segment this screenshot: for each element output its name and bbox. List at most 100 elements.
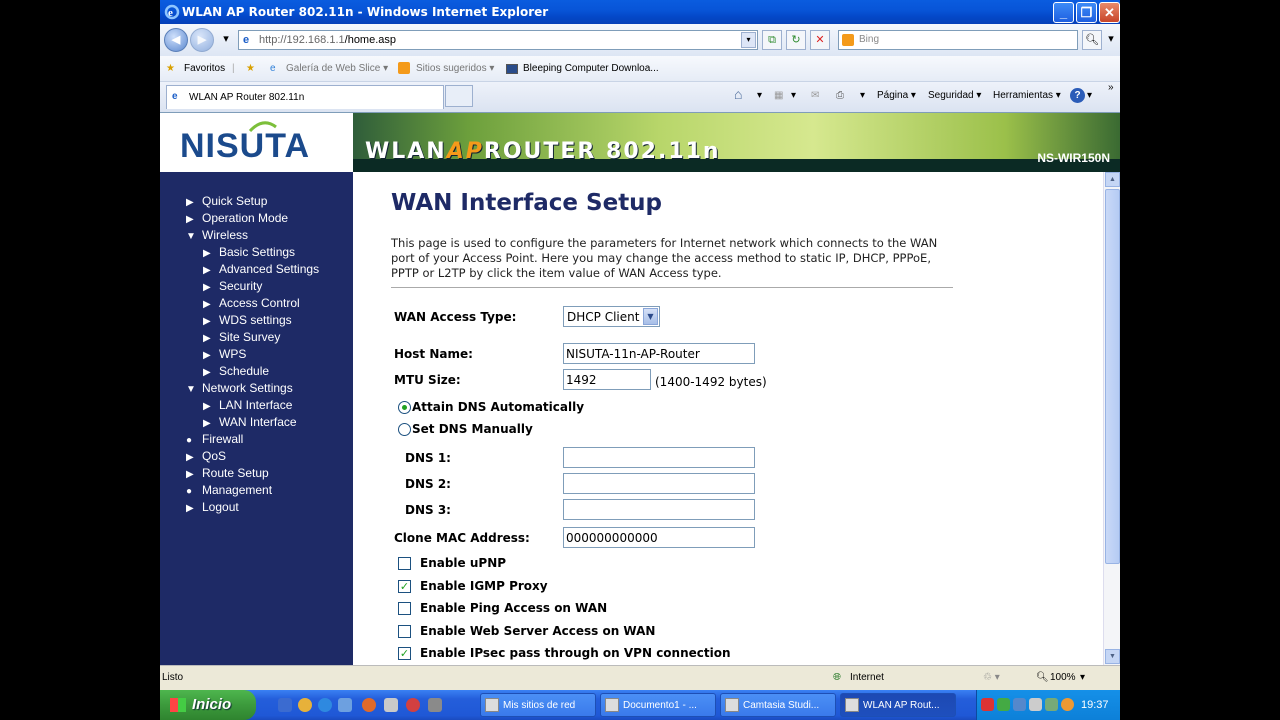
protected-mode-icon[interactable]: ♲ ▾	[983, 672, 1000, 683]
sidebar-item-site-survey[interactable]: ▶ Site Survey	[203, 330, 280, 344]
vertical-scrollbar[interactable]: ▲ ▼	[1103, 172, 1120, 665]
more-commands-icon[interactable]: »	[1108, 82, 1114, 93]
page-menu[interactable]: Página ▾	[877, 90, 916, 101]
taskbar-item-wlan-router[interactable]: WLAN AP Rout...	[840, 693, 956, 717]
tray-icon-5[interactable]	[1045, 698, 1058, 711]
sidebar-item-wps[interactable]: ▶ WPS	[203, 347, 246, 361]
sidebar-item-operation-mode[interactable]: ▶ Operation Mode	[186, 211, 288, 225]
home-dropdown-icon[interactable]: ▾	[757, 90, 762, 101]
address-input[interactable]: e http://192.168.1.1/home.asp ▾	[238, 30, 758, 50]
mail-icon[interactable]: ✉	[811, 90, 819, 101]
new-tab-button[interactable]	[445, 85, 473, 107]
print-icon[interactable]: ⎙	[836, 90, 844, 101]
sidebar-item-wan-interface[interactable]: ▶ WAN Interface	[203, 415, 297, 429]
mtu-size-input[interactable]: 1492	[563, 369, 651, 390]
tray-icon-6[interactable]	[1061, 698, 1074, 711]
security-menu[interactable]: Seguridad ▾	[928, 90, 981, 101]
dns3-input[interactable]	[563, 499, 755, 520]
taskbar-item-documento1[interactable]: Documento1 - ...	[600, 693, 716, 717]
scrollbar-thumb[interactable]	[1105, 189, 1120, 564]
host-name-input[interactable]: NISUTA-11n-AP-Router	[563, 343, 755, 364]
sidebar-item-network-settings[interactable]: ▼ Network Settings	[186, 381, 293, 395]
maximize-button[interactable]: ❐	[1076, 2, 1097, 23]
sidebar-item-wireless[interactable]: ▼ Wireless	[186, 228, 248, 242]
screen: e WLAN AP Router 802.11n - Windows Inter…	[160, 0, 1120, 720]
dns1-input[interactable]	[563, 447, 755, 468]
compatibility-view-icon[interactable]: ⧉	[762, 30, 782, 50]
forward-button[interactable]: ▶	[190, 28, 214, 52]
taskbar-item-camtasia[interactable]: Camtasia Studi...	[720, 693, 836, 717]
favorites-button[interactable]: Favoritos	[184, 63, 225, 74]
enable-ipsec-label: Enable IPsec pass through on VPN connect…	[420, 646, 731, 660]
enable-igmp-proxy-checkbox[interactable]: ✓	[398, 580, 411, 593]
scroll-up-icon[interactable]: ▲	[1105, 172, 1120, 187]
sidebar-item-qos[interactable]: ▶ QoS	[186, 449, 226, 463]
close-button[interactable]: ✕	[1099, 2, 1120, 23]
tab-active[interactable]: e WLAN AP Router 802.11n	[166, 85, 444, 109]
feeds-icon[interactable]: ▦	[774, 90, 783, 101]
taskbar-item-mis-sitios[interactable]: Mis sitios de red	[480, 693, 596, 717]
refresh-icon[interactable]: ↻	[786, 30, 806, 50]
tray-icon-3[interactable]	[1013, 698, 1026, 711]
back-button[interactable]: ◀	[164, 28, 188, 52]
stop-icon[interactable]: ✕	[810, 30, 830, 50]
zoom-level[interactable]: 100%	[1050, 672, 1076, 683]
enable-upnp-label: Enable uPNP	[420, 556, 507, 570]
app2-quicklaunch-icon[interactable]	[384, 698, 398, 712]
sidebar-item-quick-setup[interactable]: ▶ Quick Setup	[186, 194, 267, 208]
show-desktop-icon[interactable]	[278, 698, 292, 712]
address-dropdown-icon[interactable]: ▾	[741, 32, 756, 48]
zoom-icon[interactable]: 🔍︎	[1036, 672, 1049, 683]
search-input[interactable]: Bing	[838, 30, 1078, 50]
enable-ipsec-checkbox[interactable]: ✓	[398, 647, 411, 660]
chevron-down-icon: ▼	[643, 308, 658, 325]
dns2-input[interactable]	[563, 473, 755, 494]
sidebar-item-advanced-settings[interactable]: ▶ Advanced Settings	[203, 262, 319, 276]
set-dns-radio[interactable]	[398, 423, 411, 436]
help-dropdown-icon[interactable]: ▾	[1087, 90, 1092, 101]
attain-dns-radio[interactable]	[398, 401, 411, 414]
app-quicklaunch-icon[interactable]	[338, 698, 352, 712]
sidebar-item-logout[interactable]: ▶ Logout	[186, 500, 239, 514]
sidebar-item-security[interactable]: ▶ Security	[203, 279, 262, 293]
tools-menu[interactable]: Herramientas ▾	[993, 90, 1061, 101]
recent-pages-dropdown-icon[interactable]: ▾	[216, 30, 236, 50]
sidebar-item-access-control[interactable]: ▶ Access Control	[203, 296, 300, 310]
print-dropdown-icon[interactable]: ▾	[860, 90, 865, 101]
enable-ping-access-checkbox[interactable]	[398, 602, 411, 615]
sidebar-item-wds-settings[interactable]: ▶ WDS settings	[203, 313, 292, 327]
home-icon[interactable]: ⌂	[734, 86, 742, 102]
clone-mac-input[interactable]: 000000000000	[563, 527, 755, 548]
zoom-dropdown-icon[interactable]: ▾	[1080, 672, 1085, 683]
app3-quicklaunch-icon[interactable]	[406, 698, 420, 712]
sidebar-item-management[interactable]: ● Management	[186, 483, 272, 497]
chrome-icon[interactable]	[298, 698, 312, 712]
help-icon[interactable]: ?	[1070, 88, 1085, 103]
start-button[interactable]: Inicio	[160, 690, 256, 720]
sidebar-item-route-setup[interactable]: ▶ Route Setup	[186, 466, 269, 480]
search-icon[interactable]: 🔍︎	[1082, 30, 1102, 50]
favorites-item-suggested-sites[interactable]: Sitios sugeridos ▾	[416, 63, 494, 74]
feeds-dropdown-icon[interactable]: ▾	[791, 90, 796, 101]
sidebar-item-lan-interface[interactable]: ▶ LAN Interface	[203, 398, 292, 412]
favorites-item-bleeping[interactable]: Bleeping Computer Downloa...	[523, 63, 659, 74]
add-favorite-icon[interactable]: ★	[246, 63, 255, 74]
wan-access-type-select[interactable]: DHCP Client ▼	[563, 306, 660, 327]
favorites-item-web-slice[interactable]: Galería de Web Slice ▾	[286, 63, 388, 74]
sidebar-item-schedule[interactable]: ▶ Schedule	[203, 364, 269, 378]
search-options-icon[interactable]: ▾	[1104, 30, 1118, 50]
tray-icon-4[interactable]	[1029, 698, 1042, 711]
sidebar-item-basic-settings[interactable]: ▶ Basic Settings	[203, 245, 295, 259]
enable-upnp-checkbox[interactable]	[398, 557, 411, 570]
firefox-icon[interactable]	[362, 698, 376, 712]
taskbar: Inicio Mis sitios de red Documento1 - ..…	[160, 690, 1120, 720]
tray-icon-1[interactable]	[981, 698, 994, 711]
scroll-down-icon[interactable]: ▼	[1105, 649, 1120, 664]
app4-quicklaunch-icon[interactable]	[428, 698, 442, 712]
minimize-button[interactable]: _	[1053, 2, 1074, 23]
window-title-bar[interactable]: e WLAN AP Router 802.11n - Windows Inter…	[160, 0, 1120, 24]
enable-web-server-access-checkbox[interactable]	[398, 625, 411, 638]
tray-icon-2[interactable]	[997, 698, 1010, 711]
sidebar-item-firewall[interactable]: ● Firewall	[186, 432, 243, 446]
ie-quicklaunch-icon[interactable]	[318, 698, 332, 712]
